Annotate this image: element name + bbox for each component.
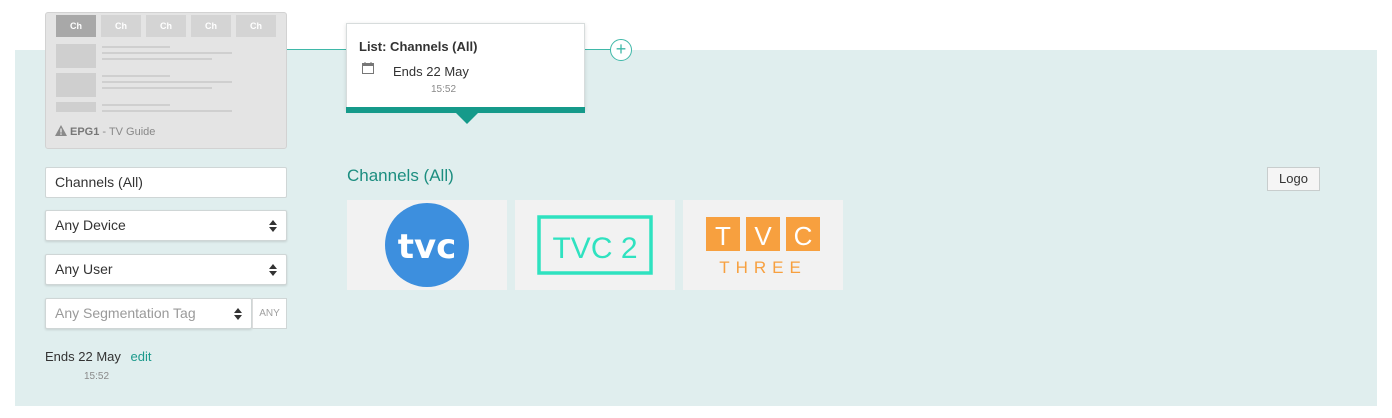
user-select[interactable]: Any User xyxy=(45,254,287,285)
popup-pointer xyxy=(456,113,478,124)
popup-title: List: Channels (All) xyxy=(359,39,478,54)
thumbnail-tabs: Ch Ch Ch Ch Ch xyxy=(56,15,276,37)
tvc-three-letter: T xyxy=(715,221,731,251)
user-value: Any User xyxy=(55,261,113,277)
popup-ends-date: 22 May xyxy=(426,64,469,79)
thumbnail-tab: Ch xyxy=(191,15,231,37)
template-code: EPG1 xyxy=(70,126,100,138)
thumbnail-row xyxy=(56,44,281,68)
tvc2-logo-text: TVC 2 xyxy=(552,232,637,265)
list-field[interactable]: Channels (All) xyxy=(45,167,287,198)
popup-ends: Ends 22 May xyxy=(393,64,469,79)
schedule-popup[interactable]: List: Channels (All) Ends 22 May 15:52 xyxy=(346,23,585,110)
channel-tile-tvc[interactable]: tvc xyxy=(347,200,507,290)
timeline-line-left xyxy=(287,49,346,50)
thumbnail-row xyxy=(56,102,281,112)
ends-label: Ends xyxy=(45,349,75,364)
tvc2-logo: TVC 2 xyxy=(537,215,653,275)
tvc-logo: tvc xyxy=(385,203,469,287)
calendar-icon xyxy=(362,62,374,74)
channel-tile-tvc-three[interactable]: T V C THREE xyxy=(683,200,843,290)
any-match-button[interactable]: ANY xyxy=(252,298,287,329)
template-thumbnail[interactable]: Ch Ch Ch Ch Ch EPG1 - TV Guide xyxy=(45,12,287,149)
thumbnail-tab: Ch xyxy=(101,15,141,37)
logo-view-button[interactable]: Logo xyxy=(1267,167,1320,191)
list-value: Channels (All) xyxy=(55,174,143,190)
select-arrows-icon xyxy=(269,220,277,232)
tvc-three-subtitle: THREE xyxy=(719,258,807,277)
select-arrows-icon xyxy=(234,308,242,320)
thumbnail-tab: Ch xyxy=(146,15,186,37)
tvc-three-letter: V xyxy=(754,221,772,251)
template-name: TV Guide xyxy=(108,126,156,138)
timeline-line-right xyxy=(585,49,611,50)
add-schedule-button[interactable]: + xyxy=(610,39,632,61)
tvc-three-logo: T V C THREE xyxy=(706,217,820,277)
segmentation-placeholder: Any Segmentation Tag xyxy=(55,305,196,321)
thumbnail-row xyxy=(56,73,281,97)
ends-date: 22 May xyxy=(78,349,121,364)
tvc-logo-text: tvc xyxy=(398,227,457,267)
thumbnail-caption: EPG1 - TV Guide xyxy=(55,125,155,138)
ends-time: 15:52 xyxy=(84,371,110,382)
device-select[interactable]: Any Device xyxy=(45,210,287,241)
thumbnail-tab: Ch xyxy=(56,15,96,37)
select-arrows-icon xyxy=(269,264,277,276)
warning-triangle-icon xyxy=(55,125,67,136)
thumbnail-tab: Ch xyxy=(236,15,276,37)
list-heading: Channels (All) xyxy=(347,166,454,185)
device-value: Any Device xyxy=(55,217,126,233)
channel-tile-tvc2[interactable]: TVC 2 xyxy=(515,200,675,290)
edit-link[interactable]: edit xyxy=(131,349,152,364)
segmentation-tag-select[interactable]: Any Segmentation Tag xyxy=(45,298,252,329)
popup-ends-label: Ends xyxy=(393,64,423,79)
schedule-end: Ends 22 May edit xyxy=(45,349,152,364)
tvc-three-letter: C xyxy=(794,221,813,251)
popup-ends-time: 15:52 xyxy=(431,84,457,95)
caption-separator: - xyxy=(99,126,109,138)
